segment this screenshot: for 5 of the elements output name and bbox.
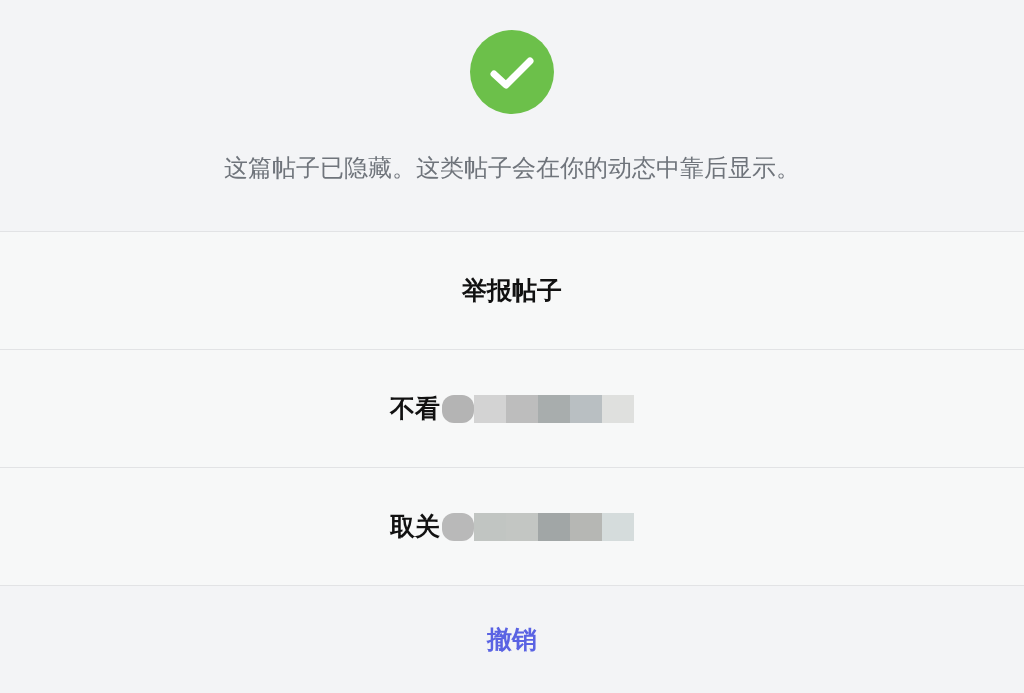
status-message: 这篇帖子已隐藏。这类帖子会在你的动态中靠后显示。 <box>224 153 800 184</box>
checkmark-icon <box>470 30 554 114</box>
action-button[interactable]: 取关 <box>0 468 1024 586</box>
action-button[interactable]: 举报帖子 <box>0 232 1024 350</box>
action-button[interactable]: 不看 <box>0 350 1024 468</box>
